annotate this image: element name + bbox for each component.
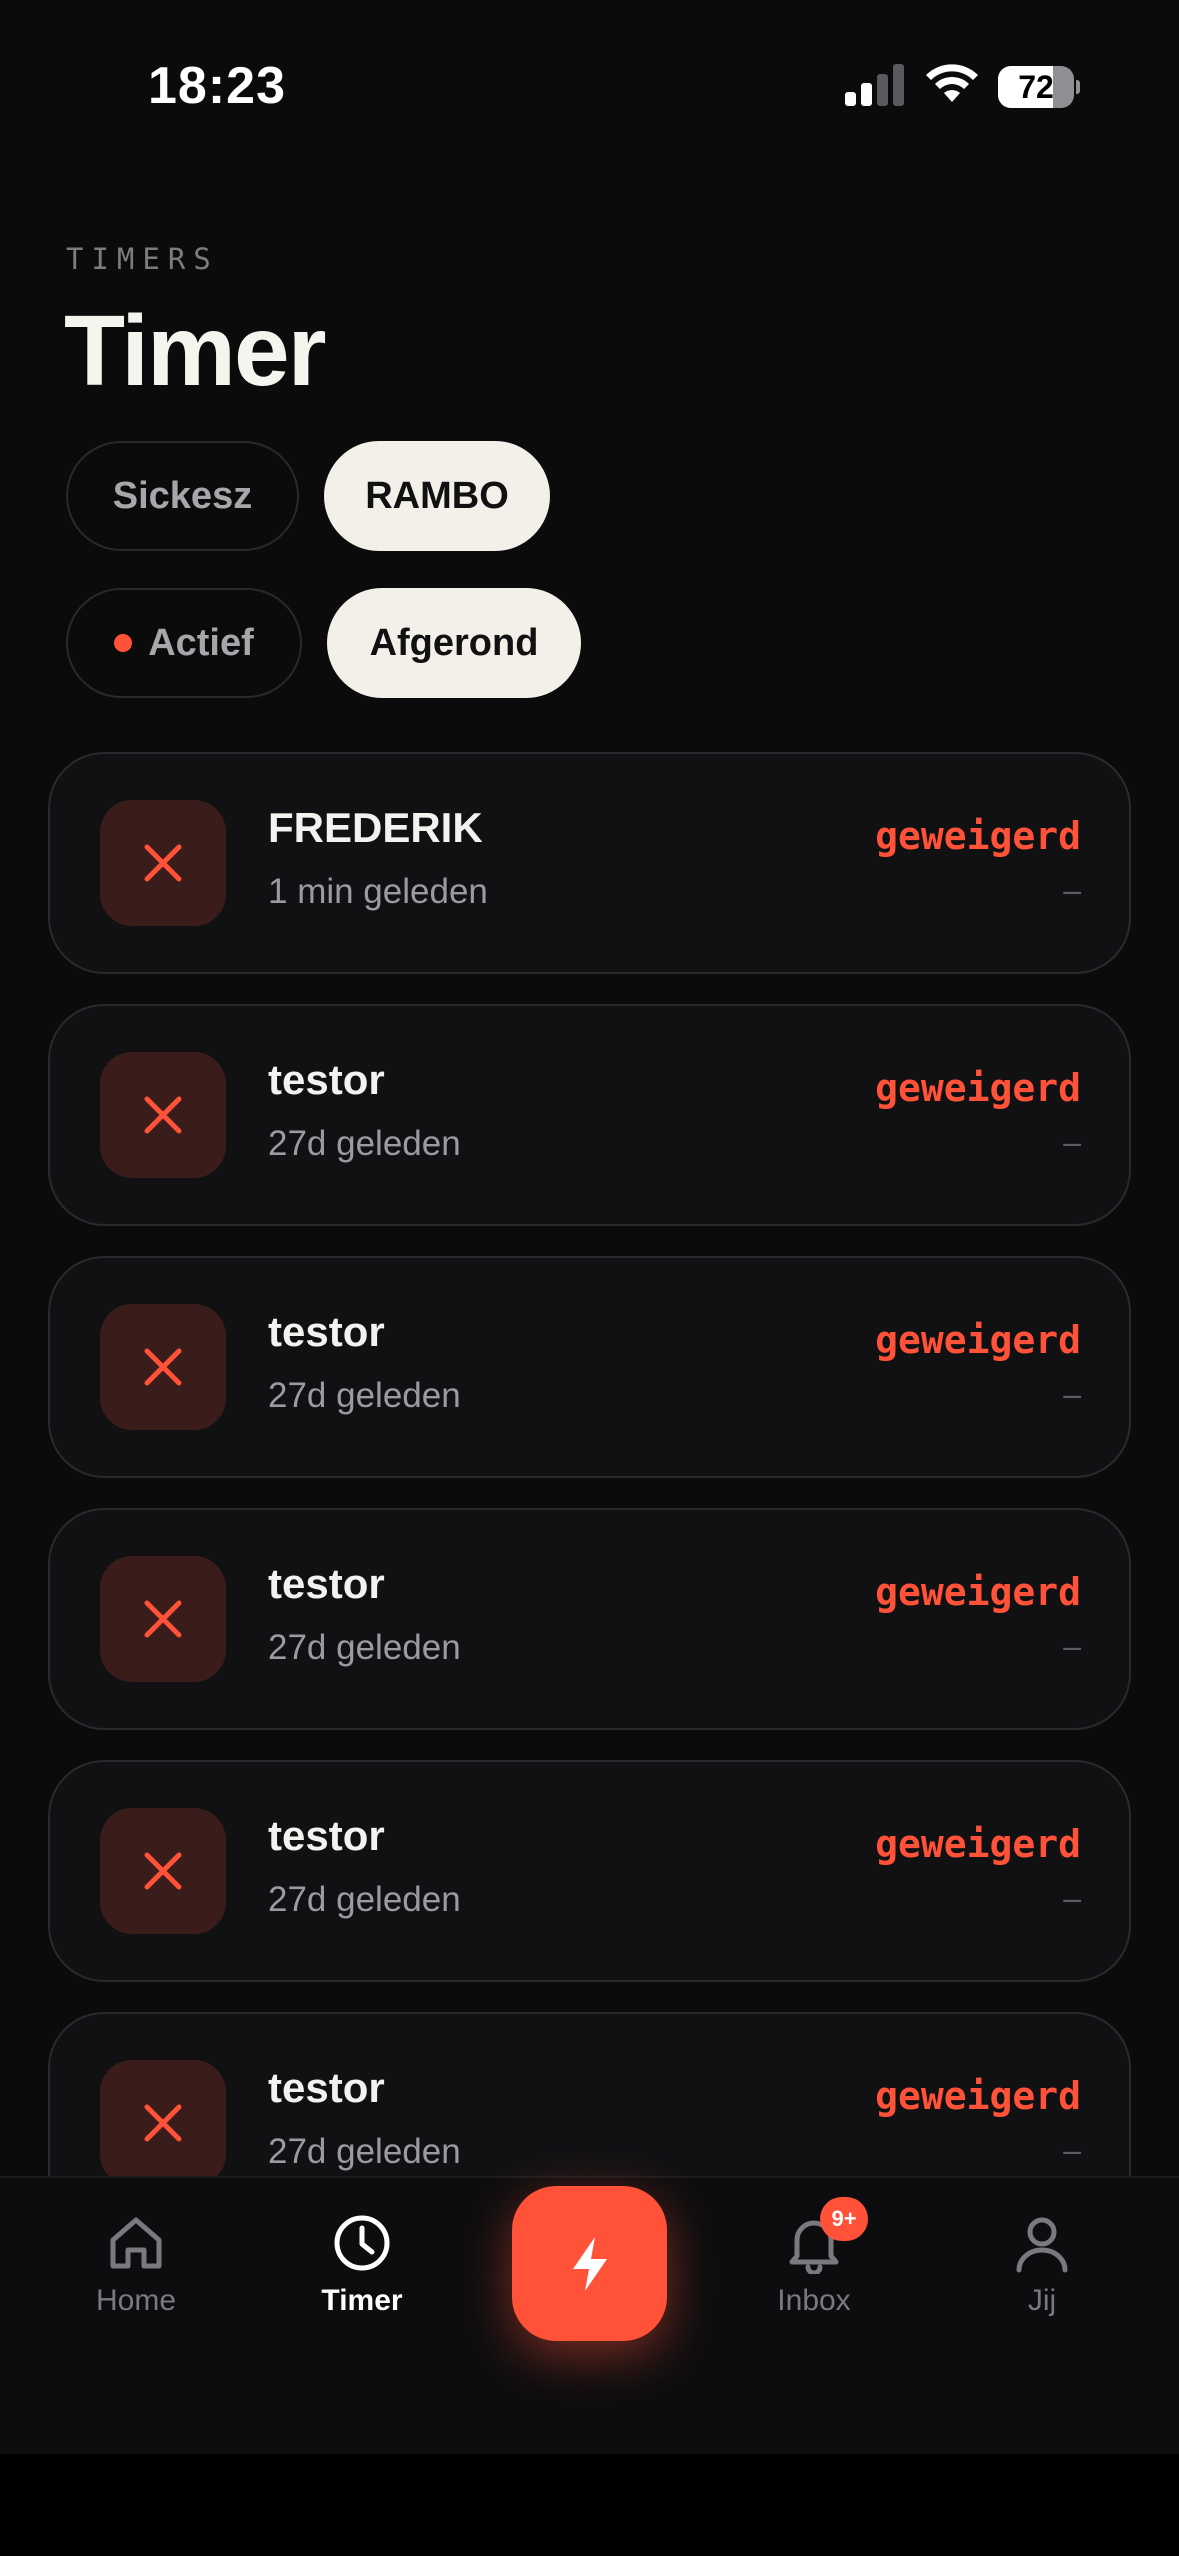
timer-name: testor <box>268 1560 385 1607</box>
chip-label: Actief <box>148 621 254 664</box>
timer-card[interactable]: testor 27d geleden geweigerd – <box>48 1760 1131 1982</box>
active-dot-icon <box>114 634 133 652</box>
filter-chip-sickesz[interactable]: Sickesz <box>66 441 299 551</box>
home-indicator-area <box>0 2454 1179 2556</box>
timer-time: 27d geleden <box>268 1628 461 1667</box>
tab-label: Jij <box>1027 2284 1057 2317</box>
timer-card[interactable]: FREDERIK 1 min geleden geweigerd – <box>48 752 1131 974</box>
chip-label: Afgerond <box>369 621 539 664</box>
timer-detail: – <box>1063 1124 1081 1160</box>
rejected-icon <box>100 1052 226 1178</box>
timer-detail: – <box>1063 1880 1081 1916</box>
tab-label: Timer <box>321 2284 403 2317</box>
rejected-icon <box>100 1556 226 1682</box>
timer-name: testor <box>268 2064 385 2111</box>
tab-inbox[interactable]: Inbox <box>724 2212 904 2342</box>
clock-icon <box>334 2215 390 2271</box>
lightning-icon <box>572 2236 607 2291</box>
rejected-icon <box>100 1808 226 1934</box>
status-bar: 18:23 72 <box>0 0 1179 170</box>
cellular-signal-icon <box>845 64 904 106</box>
battery-percentage: 72 <box>1018 69 1054 105</box>
quick-action-button[interactable] <box>512 2186 667 2341</box>
chip-label: RAMBO <box>365 474 509 517</box>
timer-status: geweigerd <box>875 814 1081 858</box>
battery-indicator: 72 <box>998 66 1080 108</box>
timer-time: 1 min geleden <box>268 872 488 911</box>
timer-status: geweigerd <box>875 1066 1081 1110</box>
person-icon <box>1016 2217 1068 2273</box>
tab-jij[interactable]: Jij <box>952 2212 1132 2342</box>
home-icon <box>110 2217 162 2269</box>
timer-name: testor <box>268 1812 385 1859</box>
timer-status: geweigerd <box>875 2074 1081 2118</box>
timer-name: testor <box>268 1056 385 1103</box>
timer-card[interactable]: testor 27d geleden geweigerd – <box>48 2012 1131 2176</box>
wifi-icon <box>926 64 978 102</box>
section-eyebrow: TIMERS <box>66 242 219 276</box>
timer-list[interactable]: FREDERIK 1 min geleden geweigerd – testo… <box>48 752 1131 2176</box>
timer-time: 27d geleden <box>268 1880 461 1919</box>
timer-status: geweigerd <box>875 1318 1081 1362</box>
chip-label: Sickesz <box>112 474 253 517</box>
filter-chip-rambo[interactable]: RAMBO <box>324 441 550 551</box>
timer-card[interactable]: testor 27d geleden geweigerd – <box>48 1004 1131 1226</box>
timer-detail: – <box>1063 1628 1081 1664</box>
timer-time: 27d geleden <box>268 2132 461 2171</box>
timer-status: geweigerd <box>875 1570 1081 1614</box>
rejected-icon <box>100 2060 226 2176</box>
timer-name: testor <box>268 1308 385 1355</box>
timer-detail: – <box>1063 2132 1081 2168</box>
page-title: Timer <box>64 295 327 407</box>
timer-time: 27d geleden <box>268 1376 461 1415</box>
filter-chip-actief[interactable]: Actief <box>66 588 302 698</box>
timer-name: FREDERIK <box>268 804 483 851</box>
timer-status: geweigerd <box>875 1822 1081 1866</box>
timer-detail: – <box>1063 1376 1081 1412</box>
rejected-icon <box>100 800 226 926</box>
timer-time: 27d geleden <box>268 1124 461 1163</box>
timer-detail: – <box>1063 872 1081 908</box>
tab-timer[interactable]: Timer <box>272 2212 452 2342</box>
filter-chip-afgerond[interactable]: Afgerond <box>327 588 581 698</box>
tab-label: Inbox <box>777 2284 851 2317</box>
rejected-icon <box>100 1304 226 1430</box>
timer-card[interactable]: testor 27d geleden geweigerd – <box>48 1508 1131 1730</box>
status-time: 18:23 <box>148 57 286 115</box>
tab-home[interactable]: Home <box>46 2212 226 2342</box>
timer-card[interactable]: testor 27d geleden geweigerd – <box>48 1256 1131 1478</box>
inbox-badge: 9+ <box>820 2197 868 2241</box>
tab-label: Home <box>95 2284 177 2317</box>
